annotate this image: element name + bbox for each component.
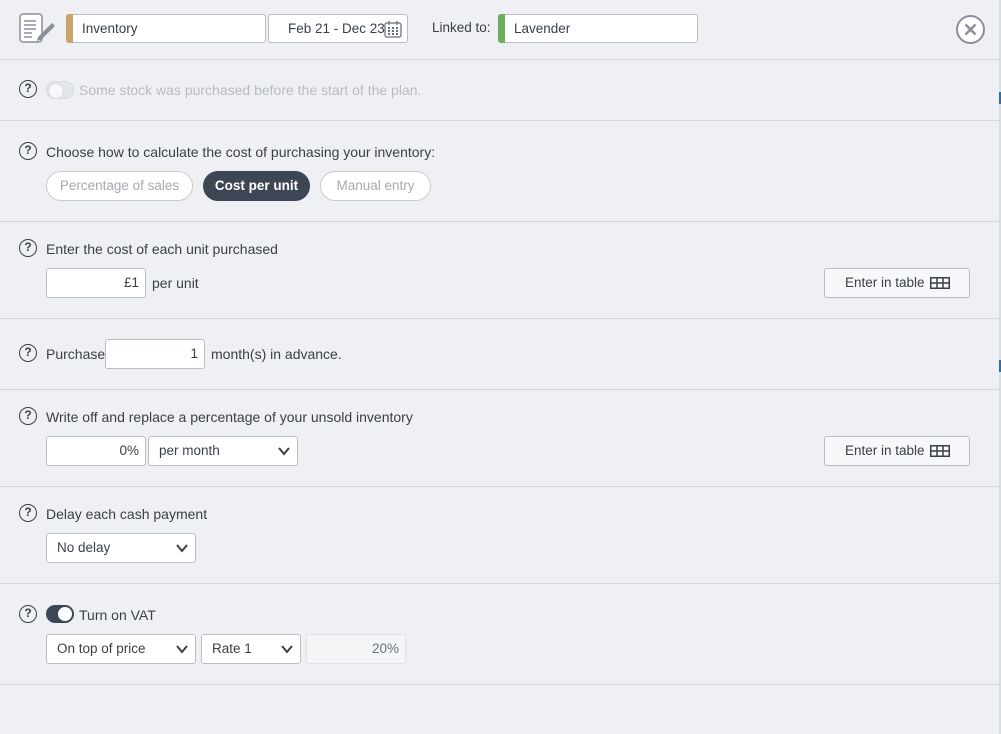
name-color-stripe — [66, 14, 73, 43]
cost-method-label: Choose how to calculate the cost of purc… — [46, 144, 436, 160]
unit-cost-section: ? Enter the cost of each unit purchased … — [0, 222, 1001, 319]
months-advance-input[interactable]: 1 — [105, 339, 205, 369]
vat-label: Turn on VAT — [79, 607, 156, 623]
cash-delay-label: Delay each cash payment — [46, 506, 208, 522]
option-percentage-of-sales[interactable]: Percentage of sales — [46, 171, 193, 201]
linked-to-field[interactable]: Lavender — [498, 14, 698, 43]
chevron-down-icon — [278, 447, 290, 456]
vat-rate-percent: 20% — [306, 634, 406, 664]
chevron-down-icon — [176, 645, 188, 654]
table-grid-icon — [930, 277, 950, 289]
purchase-suffix-label: month(s) in advance. — [211, 346, 342, 362]
calendar-icon[interactable] — [384, 20, 402, 38]
help-icon[interactable]: ? — [19, 239, 37, 257]
write-off-section: ? Write off and replace a percentage of … — [0, 390, 1001, 487]
write-off-percent-input[interactable]: 0% — [46, 436, 146, 466]
enter-in-table-label: Enter in table — [845, 275, 925, 290]
enter-in-table-button[interactable]: Enter in table — [824, 268, 970, 298]
help-icon[interactable]: ? — [19, 605, 37, 623]
write-off-period-value: per month — [159, 443, 220, 458]
enter-in-table-label: Enter in table — [845, 443, 925, 458]
purchase-prefix-label: Purchase — [46, 346, 106, 362]
help-icon[interactable]: ? — [19, 142, 37, 160]
item-name-value: Inventory — [82, 21, 138, 36]
vat-toggle[interactable] — [46, 605, 74, 623]
date-range-field[interactable]: Feb 21 - Dec 23 — [268, 14, 408, 43]
unit-cost-label: Enter the cost of each unit purchased — [46, 241, 278, 257]
table-grid-icon — [930, 445, 950, 457]
cash-delay-section: ? Delay each cash payment No delay — [0, 487, 1001, 584]
date-range-value: Feb 21 - Dec 23 — [288, 21, 385, 36]
opening-stock-label: Some stock was purchased before the star… — [79, 82, 422, 98]
vat-section: ? Turn on VAT On top of price Rate 1 20% — [0, 584, 1001, 685]
help-icon[interactable]: ? — [19, 344, 37, 362]
write-off-period-select[interactable]: per month — [148, 436, 298, 466]
unit-cost-input[interactable]: £1 — [46, 268, 146, 298]
unit-cost-suffix: per unit — [152, 275, 199, 291]
purchase-advance-section: ? Purchase 1 month(s) in advance. — [0, 319, 1001, 390]
edit-document-icon[interactable] — [18, 13, 58, 45]
cash-delay-select[interactable]: No delay — [46, 533, 196, 563]
close-icon[interactable] — [955, 14, 986, 45]
enter-in-table-button[interactable]: Enter in table — [824, 436, 970, 466]
help-icon[interactable]: ? — [19, 407, 37, 425]
item-name-field[interactable]: Inventory — [66, 14, 266, 43]
chevron-down-icon — [176, 544, 188, 553]
opening-stock-section: ? Some stock was purchased before the st… — [0, 60, 1001, 121]
help-icon[interactable]: ? — [19, 504, 37, 522]
vat-mode-value: On top of price — [57, 641, 146, 656]
vat-mode-select[interactable]: On top of price — [46, 634, 196, 664]
option-manual-entry[interactable]: Manual entry — [320, 171, 431, 201]
cash-delay-value: No delay — [57, 540, 111, 555]
vat-rate-value: Rate 1 — [212, 641, 252, 656]
linked-color-stripe — [498, 14, 505, 43]
help-icon[interactable]: ? — [19, 80, 37, 98]
opening-stock-toggle[interactable] — [46, 81, 74, 99]
write-off-label: Write off and replace a percentage of yo… — [46, 409, 413, 425]
linked-to-value: Lavender — [514, 21, 571, 36]
editor-header: Inventory Feb 21 - Dec 23 Linked to: Lav… — [0, 0, 1001, 60]
vat-rate-select[interactable]: Rate 1 — [201, 634, 301, 664]
option-cost-per-unit[interactable]: Cost per unit — [203, 171, 310, 201]
cost-method-section: ? Choose how to calculate the cost of pu… — [0, 121, 1001, 222]
linked-to-label: Linked to: — [432, 20, 491, 35]
chevron-down-icon — [281, 645, 293, 654]
